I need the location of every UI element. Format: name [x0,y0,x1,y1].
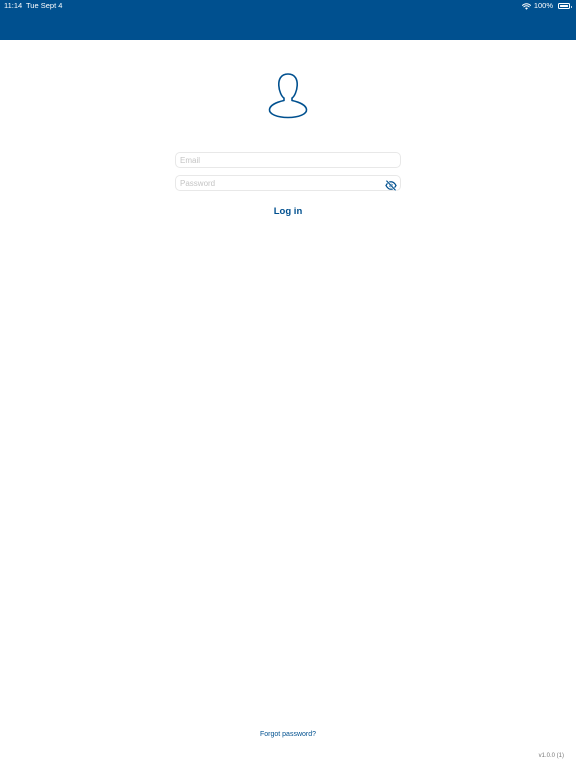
email-field[interactable] [175,152,401,168]
status-date: Tue Sept 4 [26,1,63,10]
login-button[interactable]: Log in [238,203,338,219]
app-version: v1.0.0 (1) [538,753,564,759]
eye-slash-icon[interactable] [385,178,397,192]
status-bar: 11:14 Tue Sept 4 100% [0,0,576,12]
person-outline-icon [266,72,310,120]
password-field[interactable] [175,175,401,192]
battery-icon [558,3,572,9]
email-input[interactable] [180,153,380,167]
status-time: 11:14 [4,1,23,10]
password-input[interactable] [180,176,380,190]
battery-percent: 100% [533,1,553,10]
wifi-icon [521,2,531,10]
status-indicators: 100% [521,0,572,12]
forgot-password-link[interactable]: Forgot password? [238,729,338,741]
